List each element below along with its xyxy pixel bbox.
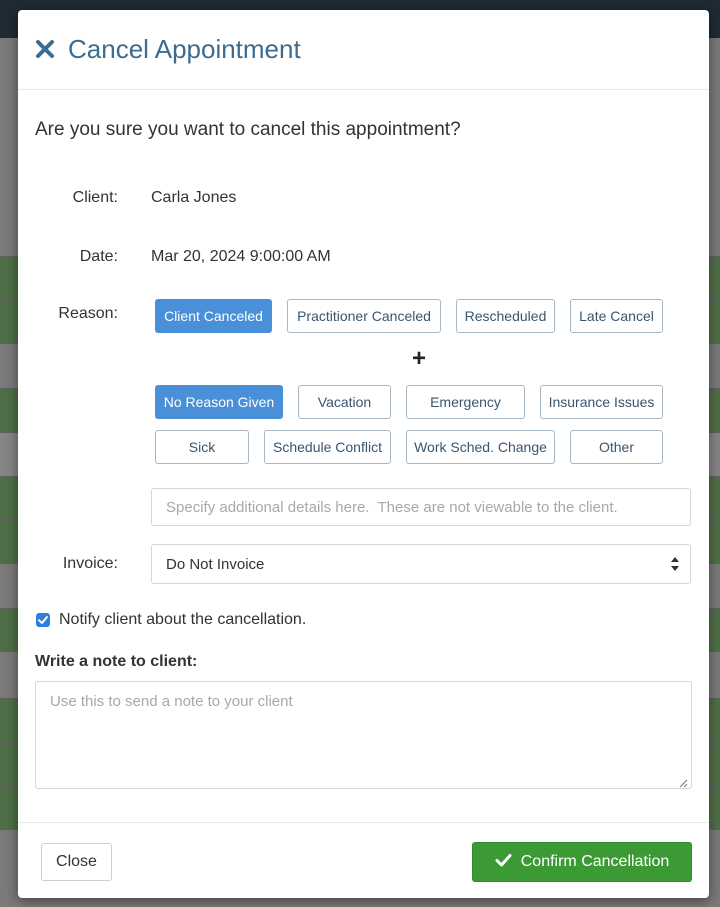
checkbox-check-icon [38, 616, 48, 624]
client-value: Carla Jones [151, 189, 237, 206]
cancel-appointment-modal: Cancel Appointment Are you sure you want… [18, 10, 709, 898]
invoice-select[interactable]: Do Not Invoice [151, 544, 691, 584]
modal-header: Cancel Appointment [18, 10, 709, 90]
confirm-cancellation-button[interactable]: Confirm Cancellation [472, 842, 692, 882]
reason-chip-client-canceled[interactable]: Client Canceled [155, 299, 272, 333]
close-icon[interactable] [34, 38, 56, 60]
reason-chip-other[interactable]: Other [570, 430, 663, 464]
reason-chip-rescheduled[interactable]: Rescheduled [456, 299, 555, 333]
client-label: Client: [72, 189, 118, 206]
resize-grip-icon[interactable] [678, 775, 688, 788]
note-label: Write a note to client: [35, 653, 198, 670]
invoice-selected-value: Do Not Invoice [166, 556, 265, 573]
date-label: Date: [79, 248, 118, 265]
sort-caret-icon [670, 554, 680, 574]
modal-footer: Close Confirm Cancellation [18, 822, 709, 898]
confirmation-question: Are you sure you want to cancel this app… [35, 119, 461, 140]
reason-chip-work-sched-change[interactable]: Work Sched. Change [406, 430, 555, 464]
checkmark-icon [495, 853, 512, 872]
close-button[interactable]: Close [41, 843, 112, 881]
additional-details-input[interactable] [151, 488, 691, 526]
reason-chip-vacation[interactable]: Vacation [298, 385, 391, 419]
notify-client-checkbox[interactable] [36, 613, 50, 627]
notify-client-label: Notify client about the cancellation. [59, 611, 307, 628]
reason-chip-practitioner-canceled[interactable]: Practitioner Canceled [287, 299, 441, 333]
modal-title: Cancel Appointment [68, 34, 301, 64]
reason-chip-sick[interactable]: Sick [155, 430, 249, 464]
reason-chip-schedule-conflict[interactable]: Schedule Conflict [264, 430, 391, 464]
note-textarea[interactable]: Use this to send a note to your client [35, 681, 692, 789]
reason-chip-late-cancel[interactable]: Late Cancel [570, 299, 663, 333]
confirm-cancellation-label: Confirm Cancellation [520, 853, 670, 870]
date-value: Mar 20, 2024 9:00:00 AM [151, 248, 331, 265]
reason-chip-insurance-issues[interactable]: Insurance Issues [540, 385, 663, 419]
reason-chip-emergency[interactable]: Emergency [406, 385, 525, 419]
reason-chip-no-reason-given[interactable]: No Reason Given [155, 385, 283, 419]
note-placeholder: Use this to send a note to your client [50, 693, 293, 710]
reason-label: Reason: [58, 305, 118, 322]
plus-separator: + [412, 345, 427, 372]
invoice-label: Invoice: [62, 555, 118, 572]
